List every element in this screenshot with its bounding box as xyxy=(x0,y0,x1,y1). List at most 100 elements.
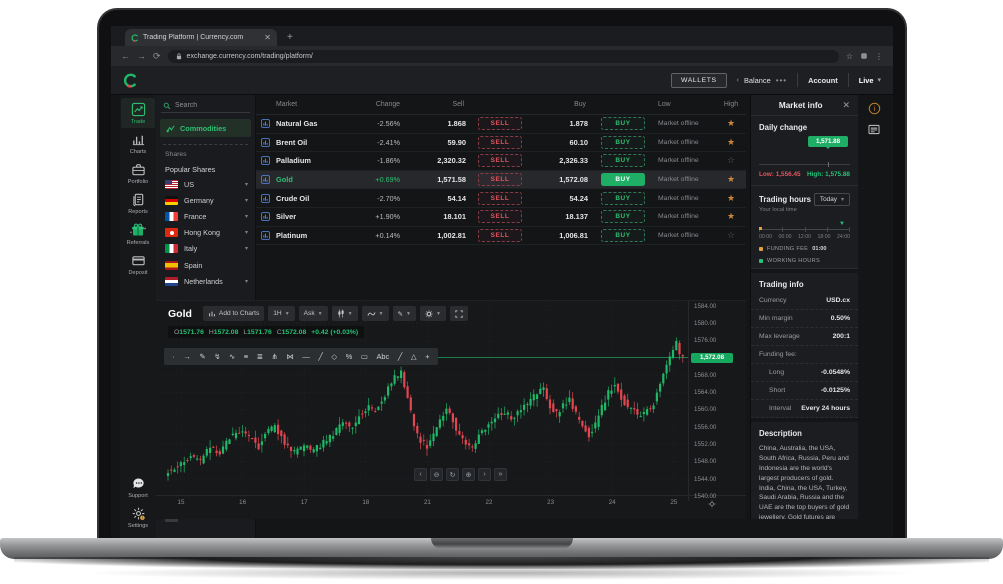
market-row-brent-oil[interactable]: Brent Oil -2.41% 59.90 SELL 60.10 BUY Ma… xyxy=(256,134,746,153)
watchlist-country-italy[interactable]: Italy▾ xyxy=(156,241,255,257)
favorite-star-icon[interactable]: ★ xyxy=(716,174,746,185)
sidebar-item-deposit[interactable]: Deposit xyxy=(121,249,155,279)
rectangle-tool[interactable]: ▭ xyxy=(361,353,368,360)
daily-change-slider[interactable] xyxy=(759,164,850,165)
back-icon[interactable]: ← xyxy=(121,51,130,61)
indicators-select[interactable]: ▼ xyxy=(362,306,389,321)
sell-button[interactable]: SELL xyxy=(478,154,522,167)
sidebar-item-settings[interactable]: !Settings xyxy=(121,502,155,532)
buy-button[interactable]: BUY xyxy=(601,229,645,242)
pitchfork-tool[interactable]: ⋔ xyxy=(272,353,278,360)
price-type-select[interactable]: Ask▼ xyxy=(299,306,328,321)
watchlist-tab-commodities[interactable]: Commodities xyxy=(160,119,251,137)
pan-right-button[interactable]: › xyxy=(478,468,491,481)
mini-candle-chart-icon[interactable] xyxy=(256,231,272,240)
sell-button[interactable]: SELL xyxy=(478,192,522,205)
wallets-button[interactable]: WALLETS xyxy=(671,73,727,88)
extension-icon[interactable] xyxy=(860,52,868,60)
sidebar-item-referrals[interactable]: Referrals xyxy=(121,218,155,249)
favorite-star-icon[interactable]: ★ xyxy=(716,118,746,129)
add-to-charts-button[interactable]: Add to Charts xyxy=(203,306,264,321)
sell-button[interactable]: SELL xyxy=(478,173,522,186)
search-input[interactable] xyxy=(175,102,245,109)
address-bar[interactable]: exchange.currency.com/trading/platform/ xyxy=(168,50,839,63)
mini-candle-chart-icon[interactable] xyxy=(256,194,272,203)
fib-extension-tool[interactable]: ≣ xyxy=(257,353,263,360)
currency-logo-icon[interactable] xyxy=(123,73,138,88)
buy-button[interactable]: BUY xyxy=(601,154,645,167)
watchlist-country-germany[interactable]: Germany▾ xyxy=(156,192,255,208)
tab-close-icon[interactable]: ✕ xyxy=(264,33,271,42)
sidebar-item-reports[interactable]: Reports xyxy=(121,188,155,218)
buy-button[interactable]: BUY xyxy=(601,192,645,205)
fullscreen-button[interactable] xyxy=(450,306,468,321)
search-box[interactable] xyxy=(161,99,250,113)
axis-settings-gear-icon[interactable] xyxy=(708,500,716,508)
favorite-star-icon[interactable]: ☆ xyxy=(716,155,746,166)
balance-more-icon[interactable]: ••• xyxy=(776,76,787,85)
wave-tool[interactable]: ∿ xyxy=(229,353,235,360)
draw-select[interactable]: ✎▼ xyxy=(393,306,416,321)
market-row-silver[interactable]: Silver +1.90% 18.101 SELL 18.137 BUY Mar… xyxy=(256,208,746,227)
horizontal-line-tool[interactable]: — xyxy=(302,353,309,360)
account-link[interactable]: Account xyxy=(808,76,838,85)
mini-candle-chart-icon[interactable] xyxy=(256,156,272,165)
watchlist-country-france[interactable]: France▾ xyxy=(156,208,255,224)
zigzag-tool[interactable]: ↯ xyxy=(214,353,220,360)
reload-icon[interactable]: ⟳ xyxy=(153,51,161,62)
watchlist-country-netherlands[interactable]: Netherlands▾ xyxy=(156,273,255,289)
text-tool[interactable]: Abc xyxy=(377,353,390,360)
new-tab-button[interactable]: + xyxy=(287,32,293,43)
market-row-gold[interactable]: Gold +0.69% 1,571.58 SELL 1,572.08 BUY M… xyxy=(256,171,746,190)
mini-candle-chart-icon[interactable] xyxy=(256,175,272,184)
trend-line-tool[interactable]: ╱ xyxy=(318,353,322,360)
shape-tool[interactable]: ◇ xyxy=(331,353,337,360)
favorite-star-icon[interactable]: ☆ xyxy=(716,230,746,241)
sidebar-item-trade[interactable]: Trade xyxy=(121,98,155,128)
pencil-tool[interactable]: ✎ xyxy=(199,353,205,360)
buy-button[interactable]: BUY xyxy=(601,210,645,223)
mini-candle-chart-icon[interactable] xyxy=(256,212,272,221)
news-feed-icon[interactable] xyxy=(868,124,880,135)
close-icon[interactable]: ✕ xyxy=(842,100,850,111)
market-row-platinum[interactable]: Platinum +0.14% 1,002.81 SELL 1,006.81 B… xyxy=(256,227,746,246)
browser-menu-icon[interactable]: ⋮ xyxy=(875,52,883,61)
sidebar-item-portfolio[interactable]: Portfolio xyxy=(121,158,155,188)
sell-button[interactable]: SELL xyxy=(478,229,522,242)
go-to-end-button[interactable]: » xyxy=(494,468,507,481)
chart-settings-button[interactable]: ▼ xyxy=(420,306,446,321)
market-row-palladium[interactable]: Palladium -1.86% 2,320.32 SELL 2,326.33 … xyxy=(256,152,746,171)
buy-button[interactable]: BUY xyxy=(601,117,645,130)
watchlist-country-hong-kong[interactable]: Hong Kong▾ xyxy=(156,225,255,241)
sell-button[interactable]: SELL xyxy=(478,117,522,130)
sell-button[interactable]: SELL xyxy=(478,210,522,223)
buy-button[interactable]: BUY xyxy=(601,136,645,149)
chart-style-select[interactable]: ▼ xyxy=(332,306,358,321)
cursor-dot[interactable]: · xyxy=(172,353,174,360)
sidebar-item-support[interactable]: Support xyxy=(121,472,155,502)
mini-candle-chart-icon[interactable] xyxy=(256,119,272,128)
market-row-natural-gas[interactable]: Natural Gas -2.56% 1.868 SELL 1.878 BUY … xyxy=(256,115,746,134)
info-icon[interactable]: i xyxy=(868,102,881,115)
zoom-in-button[interactable]: ⊕ xyxy=(462,468,475,481)
reset-zoom-button[interactable]: ↻ xyxy=(446,468,459,481)
bookmark-star-icon[interactable]: ☆ xyxy=(846,52,853,61)
forward-icon[interactable]: → xyxy=(137,51,146,61)
interval-select[interactable]: 1H▼ xyxy=(268,306,294,321)
sidebar-item-charts[interactable]: Charts xyxy=(121,128,155,158)
percent-tool[interactable]: % xyxy=(346,353,353,360)
xabcd-pattern-tool[interactable]: ⋈ xyxy=(286,353,293,360)
favorite-star-icon[interactable]: ★ xyxy=(716,193,746,204)
sell-button[interactable]: SELL xyxy=(478,136,522,149)
mini-candle-chart-icon[interactable] xyxy=(256,138,272,147)
triangle-tool[interactable]: △ xyxy=(411,353,417,360)
zoom-out-button[interactable]: ⊖ xyxy=(430,468,443,481)
favorite-star-icon[interactable]: ★ xyxy=(716,137,746,148)
ray-tool[interactable]: ╱ xyxy=(398,353,402,360)
browser-tab[interactable]: Trading Platform | Currency.com ✕ xyxy=(125,29,277,46)
watchlist-country-us[interactable]: US▾ xyxy=(156,176,255,192)
pan-left-button[interactable]: ‹ xyxy=(414,468,427,481)
watchlist-country-spain[interactable]: Spain xyxy=(156,257,255,273)
live-mode-select[interactable]: Live ▾ xyxy=(859,76,881,85)
buy-button[interactable]: BUY xyxy=(601,173,645,186)
